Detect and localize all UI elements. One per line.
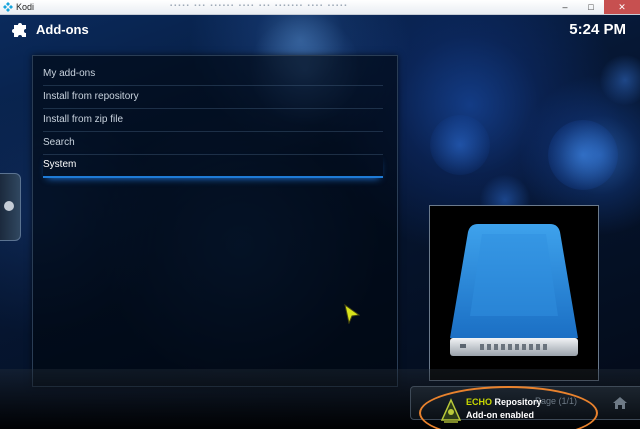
bokeh-light bbox=[600, 55, 640, 105]
close-button[interactable]: ✕ bbox=[604, 0, 640, 14]
menu-item-my-addons[interactable]: My add-ons bbox=[43, 63, 383, 86]
window-title: Kodi bbox=[16, 2, 35, 12]
side-menu-tab[interactable] bbox=[0, 173, 21, 241]
kodi-screen: Add-ons 5:24 PM My add-ons Install from … bbox=[0, 15, 640, 429]
page-title: Add-ons bbox=[36, 22, 89, 37]
menu-item-install-from-zip[interactable]: Install from zip file bbox=[43, 109, 383, 132]
puzzle-piece-icon bbox=[12, 23, 26, 37]
titlebar-background-strip: ▪▪▪▪▪ ▪▪▪ ▪▪▪▪▪▪ ▪▪▪▪ ▪▪▪ ▪▪▪▪▪▪▪ ▪▪▪▪ ▪… bbox=[170, 3, 349, 9]
bokeh-light bbox=[548, 120, 618, 190]
window-titlebar: Kodi ▪▪▪▪▪ ▪▪▪ ▪▪▪▪▪▪ ▪▪▪▪ ▪▪▪ ▪▪▪▪▪▪▪ ▪… bbox=[0, 0, 640, 15]
addon-thumbnail bbox=[429, 205, 599, 381]
menu-item-search[interactable]: Search bbox=[43, 132, 383, 155]
maximize-button[interactable]: □ bbox=[578, 0, 604, 14]
circle-dot-icon bbox=[4, 201, 14, 211]
clock: 5:24 PM bbox=[569, 21, 626, 38]
home-icon[interactable] bbox=[611, 394, 629, 412]
hard-drive-icon bbox=[450, 224, 578, 356]
bokeh-light bbox=[430, 115, 490, 175]
mouse-cursor-icon bbox=[344, 304, 360, 324]
minimize-button[interactable]: – bbox=[552, 0, 578, 14]
menu-item-install-from-repository[interactable]: Install from repository bbox=[43, 86, 383, 109]
addons-menu-panel: My add-ons Install from repository Insta… bbox=[32, 55, 398, 387]
kodi-logo-icon bbox=[3, 2, 13, 12]
menu-item-system[interactable]: System bbox=[43, 154, 383, 178]
